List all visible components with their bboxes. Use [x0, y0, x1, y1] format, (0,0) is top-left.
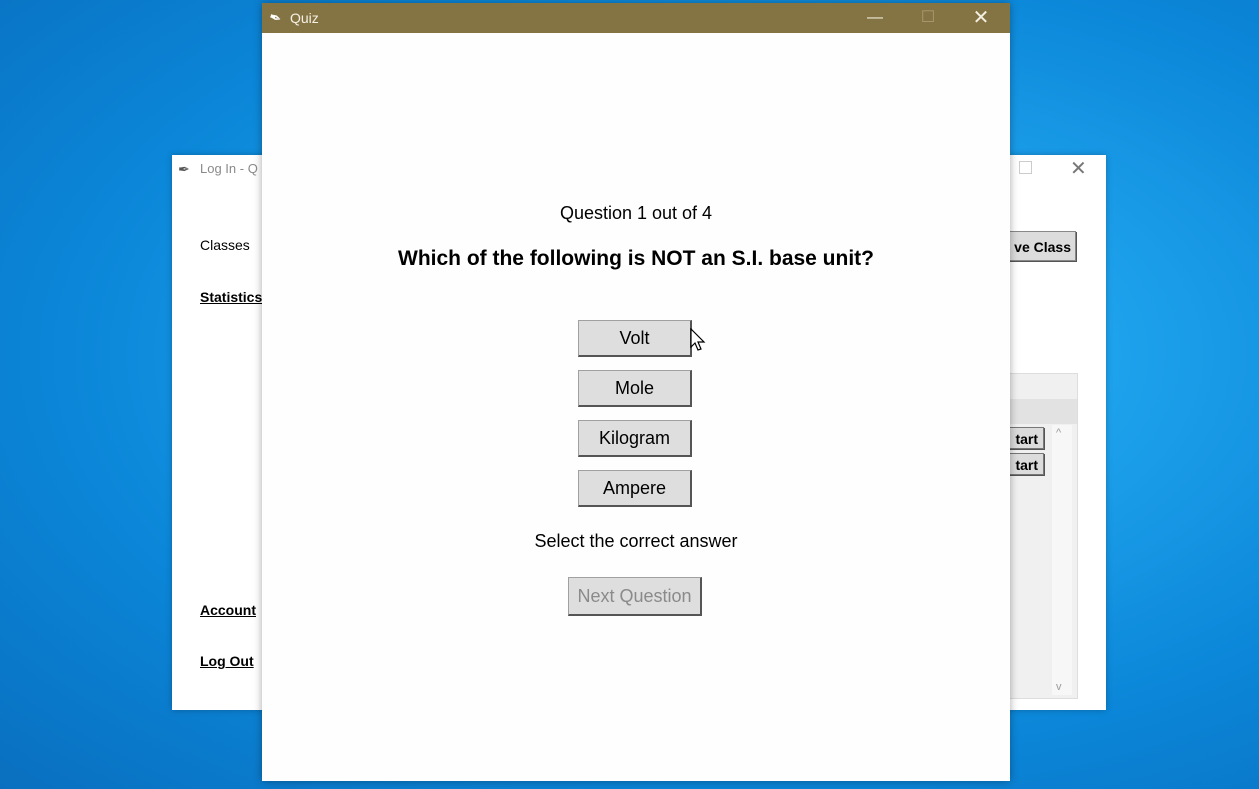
statistics-link[interactable]: Statistics — [200, 289, 262, 305]
next-question-button[interactable]: Next Question — [568, 577, 702, 616]
answer-button-mole[interactable]: Mole — [578, 370, 692, 407]
scroll-down-icon[interactable]: v — [1056, 681, 1062, 693]
close-icon[interactable]: ✕ — [958, 3, 1004, 33]
answer-button-ampere[interactable]: Ampere — [578, 470, 692, 507]
feather-icon: ✒ — [266, 8, 284, 29]
account-link[interactable]: Account — [200, 602, 256, 618]
logout-link[interactable]: Log Out — [200, 653, 254, 669]
answer-button-volt[interactable]: Volt — [578, 320, 692, 357]
maximize-icon[interactable] — [1019, 161, 1032, 174]
classes-label[interactable]: Classes — [200, 237, 250, 253]
class-list-scrollbar[interactable]: ^ v — [1052, 425, 1072, 695]
maximize-icon: ☐ — [920, 9, 936, 26]
answer-button-kilogram[interactable]: Kilogram — [578, 420, 692, 457]
question-text: Which of the following is NOT an S.I. ba… — [398, 247, 874, 270]
scroll-up-icon[interactable]: ^ — [1056, 427, 1061, 439]
quiz-window-title: Quiz — [290, 10, 319, 26]
quiz-window-titlebar[interactable]: ✒ Quiz — ☐ ✕ — [262, 3, 1010, 33]
close-icon[interactable]: ✕ — [1070, 156, 1087, 181]
login-window-title: Log In - Q — [200, 161, 258, 176]
question-counter: Question 1 out of 4 — [559, 203, 713, 223]
quiz-window: ✒ Quiz — ☐ ✕ Question 1 out of 4 Which o… — [262, 3, 1010, 781]
minimize-icon[interactable]: — — [852, 3, 898, 33]
instruction-text: Select the correct answer — [534, 531, 738, 551]
mouse-cursor-icon — [690, 328, 706, 351]
feather-icon: ✒ — [178, 161, 190, 177]
